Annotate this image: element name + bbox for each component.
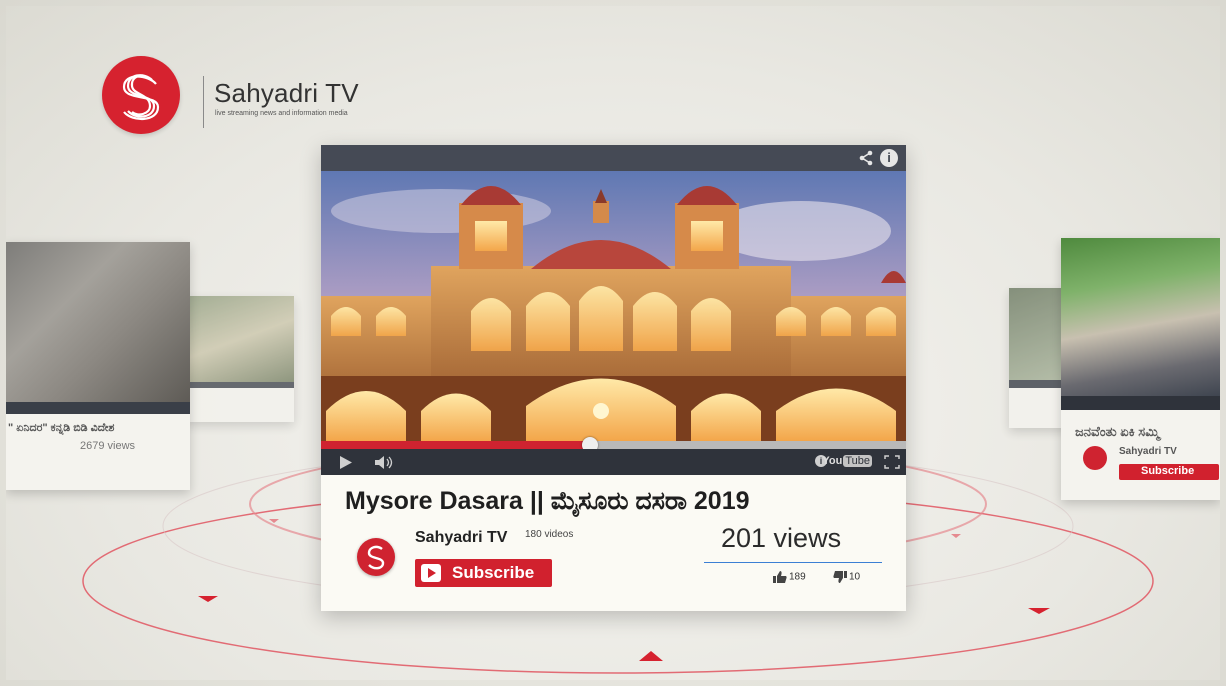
video-frame[interactable] xyxy=(321,171,906,441)
like-count: 189 xyxy=(789,571,806,583)
subscribe-button[interactable]: Subscribe xyxy=(415,559,552,587)
youtube-logo-tube: Tube xyxy=(843,455,872,467)
dislike-count: 10 xyxy=(849,571,861,583)
info-icon[interactable]: i xyxy=(880,149,898,167)
palace-thumbnail xyxy=(321,171,906,441)
video-thumbnail xyxy=(1061,238,1220,396)
play-icon[interactable] xyxy=(339,456,353,469)
subscribe-button[interactable]: Subscribe xyxy=(1119,464,1219,480)
volume-icon[interactable] xyxy=(375,456,395,469)
brand-divider xyxy=(203,76,204,128)
view-count: 201 views xyxy=(721,523,842,553)
subscribe-label: Subscribe xyxy=(1141,465,1195,477)
video-title[interactable]: Mysore Dasara || ಮೈಸೂರು ದಸರಾ 2019 xyxy=(345,487,750,516)
side-card-right-back[interactable] xyxy=(1009,288,1069,428)
main-video-card: i i You Tube Mysore Dasara || ಮೈಸೂರು ದಸರ… xyxy=(321,145,906,611)
youtube-play-icon xyxy=(421,564,441,582)
view-count: 2679 views xyxy=(80,440,136,452)
subscribe-label: Subscribe xyxy=(452,563,535,582)
side-card-left-back[interactable] xyxy=(186,296,294,422)
brand-tagline: live streaming news and information medi… xyxy=(215,110,348,117)
fullscreen-icon[interactable] xyxy=(884,455,900,469)
channel-avatar[interactable] xyxy=(357,538,395,576)
youtube-logo-you: You xyxy=(822,455,843,467)
channel-name[interactable]: Sahyadri TV xyxy=(415,529,507,547)
thumbs-down-icon xyxy=(833,571,847,583)
share-icon[interactable] xyxy=(858,150,874,166)
youtube-logo[interactable]: You Tube xyxy=(822,455,872,467)
side-card-right[interactable]: ಜನವೆಂತು ಏಕಿ ಸಮ್ಮಿ Sahyadri TV Subscribe xyxy=(1061,238,1220,500)
dislike-button[interactable]: 10 xyxy=(833,571,860,583)
progress-fill xyxy=(321,441,591,449)
like-ratio-bar xyxy=(704,562,882,563)
player-controls: i You Tube xyxy=(321,449,906,475)
brand-logo xyxy=(102,56,180,134)
video-count: 180 videos xyxy=(525,529,574,540)
video-thumbnail xyxy=(6,242,190,402)
player-top-bar: i xyxy=(321,145,906,171)
thumbs-up-icon xyxy=(773,571,787,583)
video-title: ಜನವೆಂತು ಏಕಿ ಸಮ್ಮಿ xyxy=(1075,424,1160,439)
video-title: " ಏನಿದರ" ಕನ್ನಡಿ ಬಿಡಿ ವಿದೇಶ xyxy=(8,422,115,434)
channel-avatar xyxy=(1083,446,1107,470)
side-card-left[interactable]: " ಏನಿದರ" ಕನ್ನಡಿ ಬಿಡಿ ವಿದೇಶ 2679 views xyxy=(6,242,190,490)
progress-bar[interactable] xyxy=(321,437,906,453)
background-stage: Sahyadri TV live streaming news and info… xyxy=(6,6,1220,680)
brand-name: Sahyadri TV xyxy=(214,78,359,108)
channel-name: Sahyadri TV xyxy=(1119,446,1177,457)
like-button[interactable]: 189 xyxy=(773,571,806,583)
